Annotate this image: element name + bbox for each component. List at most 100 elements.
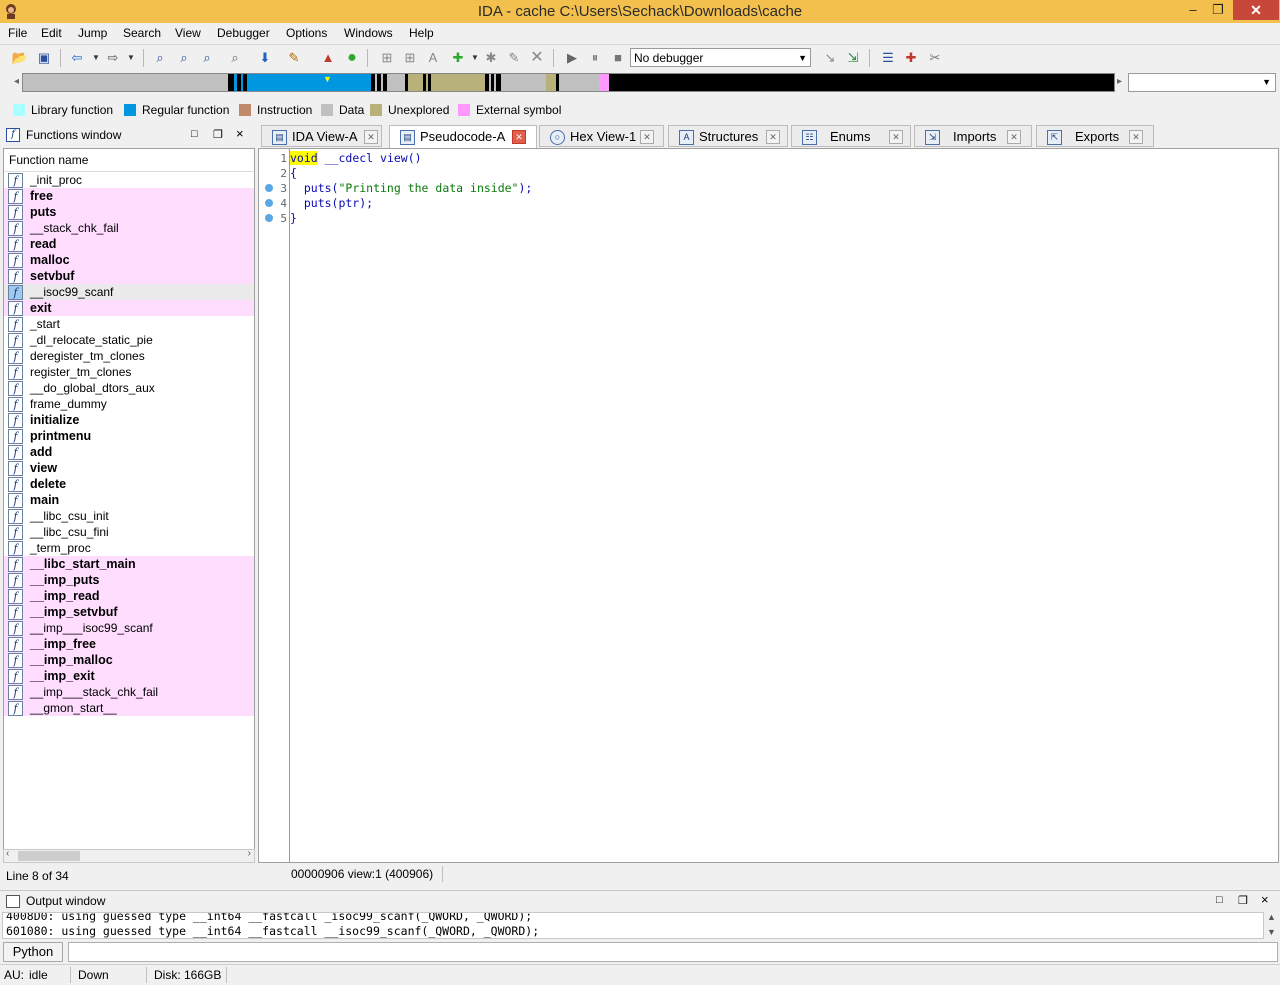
make-data-icon[interactable]: ⊞ [401,49,419,67]
scrollbar-thumb[interactable] [18,851,80,861]
function-row[interactable]: f __stack_chk_fail [4,220,254,236]
output-vertical-scrollbar[interactable]: ▲ ▼ [1264,912,1278,939]
function-row[interactable]: f puts [4,204,254,220]
scroll-left-icon[interactable]: ‹ [6,848,9,859]
function-row[interactable]: f main [4,492,254,508]
forward-dropdown-icon[interactable]: ▼ [122,49,140,67]
stop-icon[interactable]: ■ [609,49,627,67]
save-icon[interactable]: ▣ [35,49,53,67]
python-button[interactable]: Python [3,942,63,962]
menu-file[interactable]: File [8,26,27,40]
minimize-button[interactable]: – [1180,0,1206,20]
back-arrow-icon[interactable]: ⇦ [68,49,86,67]
pseudocode-view[interactable]: 12345 void __cdecl view(){ puts("Printin… [258,148,1279,863]
function-row[interactable]: f printmenu [4,428,254,444]
tab-structures[interactable]: A Structures ✕ [668,125,788,147]
function-row[interactable]: f add [4,444,254,460]
menu-debugger[interactable]: Debugger [217,26,270,40]
nav-band-right-arrow-icon[interactable]: ▸ [1117,76,1122,87]
function-row[interactable]: f __isoc99_scanf [4,284,254,300]
function-row[interactable]: f initialize [4,412,254,428]
delete-breakpoint-icon[interactable]: ✂ [926,49,944,67]
function-row[interactable]: f read [4,236,254,252]
patch-icon[interactable]: ✱ [482,49,500,67]
tab-exports[interactable]: ⇱ Exports ✕ [1036,125,1154,147]
function-row[interactable]: f exit [4,300,254,316]
function-row[interactable]: f __libc_csu_fini [4,524,254,540]
create-function-icon[interactable]: ✚ [449,49,467,67]
float-panel-icon[interactable]: ❐ [1238,894,1248,907]
function-row[interactable]: f _init_proc [4,172,254,188]
pause-icon[interactable]: ⏸ [586,49,604,67]
open-folder-icon[interactable]: 📂 [11,49,29,67]
debugger-select[interactable]: No debugger ▼ [630,48,811,67]
function-row[interactable]: f _dl_relocate_static_pie [4,332,254,348]
menu-search[interactable]: Search [123,26,161,40]
maximize-panel-icon[interactable]: □ [1216,894,1223,906]
script-icon[interactable]: ✎ [285,49,303,67]
function-row[interactable]: f __gmon_start__ [4,700,254,716]
make-string-icon[interactable]: A [424,49,442,67]
run-play-icon[interactable]: ▶ [563,49,581,67]
tab-close-icon[interactable]: ✕ [766,130,780,144]
tab-close-icon[interactable]: ✕ [889,130,903,144]
column-header-function-name[interactable]: Function name [4,149,254,172]
tab-enums[interactable]: ☷ Enums ✕ [791,125,911,147]
scroll-right-icon[interactable]: › [248,848,251,859]
edit-icon[interactable]: ✎ [505,49,523,67]
horizontal-scrollbar[interactable]: ‹ › [3,848,255,863]
menu-edit[interactable]: Edit [41,26,62,40]
function-row[interactable]: f delete [4,476,254,492]
menu-options[interactable]: Options [286,26,327,40]
function-row[interactable]: f __imp_puts [4,572,254,588]
close-panel-icon[interactable]: × [1261,892,1269,907]
nav-band-left-arrow-icon[interactable]: ◂ [14,76,19,87]
scroll-up-icon[interactable]: ▲ [1267,912,1276,922]
forward-arrow-icon[interactable]: ⇨ [104,49,122,67]
function-row[interactable]: f __imp___isoc99_scanf [4,620,254,636]
float-panel-icon[interactable]: ❐ [213,128,223,141]
tab-pseudocode-a[interactable]: ▤ Pseudocode-A ✕ [389,125,537,149]
restore-button[interactable]: ❐ [1205,0,1231,20]
function-row[interactable]: f view [4,460,254,476]
tab-close-icon[interactable]: ✕ [512,130,526,144]
function-row[interactable]: f __imp_read [4,588,254,604]
breakpoint-list-icon[interactable]: ☰ [879,49,897,67]
menu-view[interactable]: View [175,26,201,40]
function-row[interactable]: f __libc_csu_init [4,508,254,524]
close-panel-icon[interactable]: × [236,126,244,141]
function-row[interactable]: f __libc_start_main [4,556,254,572]
function-row[interactable]: f __imp___stack_chk_fail [4,684,254,700]
nav-band-zoom-select[interactable]: ▼ [1128,73,1276,92]
menu-jump[interactable]: Jump [78,26,107,40]
function-row[interactable]: f __imp_exit [4,668,254,684]
search-text-icon[interactable]: ⌕ [151,49,169,67]
add-breakpoint-icon[interactable]: ✚ [902,49,920,67]
function-row[interactable]: f __do_global_dtors_aux [4,380,254,396]
tab-close-icon[interactable]: ✕ [1007,130,1021,144]
function-row[interactable]: f deregister_tm_clones [4,348,254,364]
code-line[interactable]: puts("Printing the data inside"); [290,181,533,196]
green-circle-icon[interactable]: ● [343,49,361,67]
code-line[interactable]: puts(ptr); [290,196,373,211]
undefine-x-icon[interactable]: ✕ [528,49,546,67]
back-dropdown-icon[interactable]: ▼ [87,49,105,67]
function-row[interactable]: f frame_dummy [4,396,254,412]
maximize-panel-icon[interactable]: □ [191,128,198,140]
output-text[interactable]: 4008D0: using guessed type __int64 __fas… [2,912,1264,939]
scroll-down-icon[interactable]: ▼ [1267,927,1276,937]
tab-close-icon[interactable]: ✕ [1129,130,1143,144]
breakpoint-dot-icon[interactable] [265,184,273,192]
breakpoint-dot-icon[interactable] [265,214,273,222]
jump-down-arrow-icon[interactable]: ⬇ [256,49,274,67]
search-immediate-icon[interactable]: ⌕ [198,49,216,67]
code-line[interactable]: } [290,211,297,226]
function-row[interactable]: f setvbuf [4,268,254,284]
search-binary-icon[interactable]: ⌕ [175,49,193,67]
function-row[interactable]: f register_tm_clones [4,364,254,380]
function-list[interactable]: Function name f _init_proc f free f puts f __st… [3,148,255,863]
breakpoint-dot-icon[interactable] [265,199,273,207]
make-code-icon[interactable]: ⊞ [378,49,396,67]
menu-help[interactable]: Help [409,26,434,40]
code-line[interactable]: void __cdecl view() [290,151,422,166]
